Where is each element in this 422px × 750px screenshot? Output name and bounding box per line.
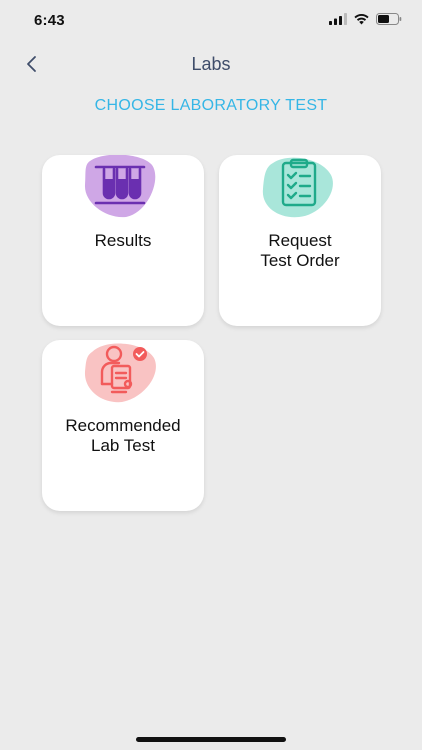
status-icons: [329, 13, 402, 25]
page-title: Labs: [191, 54, 231, 74]
section-subtitle: CHOOSE LABORATORY TEST: [94, 97, 328, 114]
battery-icon: [376, 13, 402, 25]
wifi-icon: [354, 14, 369, 25]
request-test-order-label: Request Test Order: [260, 231, 340, 270]
test-tubes-icon: [84, 155, 156, 218]
request-test-order-card[interactable]: Request Test Order: [219, 155, 381, 326]
recommended-lab-test-card[interactable]: Recommended Lab Test: [42, 340, 204, 511]
doctor-recommendation-icon: [84, 343, 156, 403]
results-card[interactable]: Results: [42, 155, 204, 326]
recommended-lab-test-label: Recommended Lab Test: [65, 416, 181, 455]
cellular-signal-icon: [329, 13, 347, 25]
status-time: 6:43: [34, 12, 65, 29]
home-indicator: [136, 737, 286, 742]
results-label: Results: [94, 231, 152, 250]
nav-bar: Labs: [0, 44, 422, 84]
clipboard-checklist-icon: [262, 157, 333, 218]
status-bar: 6:43: [0, 0, 422, 44]
